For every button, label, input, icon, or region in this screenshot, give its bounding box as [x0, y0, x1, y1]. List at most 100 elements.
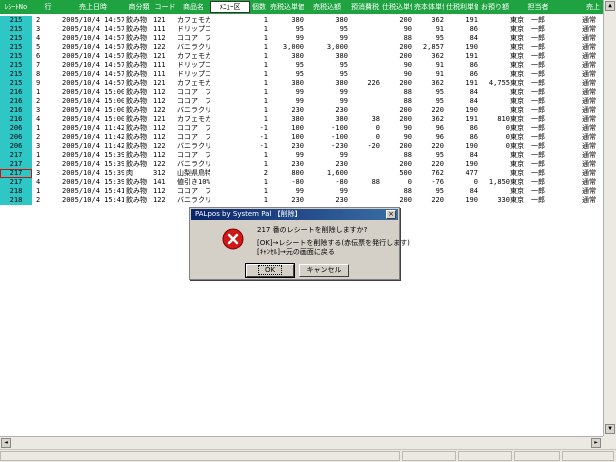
scroll-down-icon[interactable]: ▼ — [605, 424, 615, 434]
table-cell — [350, 169, 380, 178]
table-cell: 0 — [375, 133, 380, 141]
table-cell: 東京 一郎 — [510, 133, 545, 141]
close-icon[interactable]: × — [386, 210, 396, 219]
table-row[interactable]: 217 4 2005/10/4 15:39 飲み物 141 値引き10% 1 -80 -80 88… — [0, 178, 603, 187]
table-cell: 東京 一郎 — [510, 169, 545, 177]
table-cell — [210, 178, 250, 187]
column-header[interactable]: 仕税込単価 — [382, 0, 412, 14]
table-cell — [210, 160, 250, 169]
table-cell: 200 — [399, 196, 412, 204]
ok-button[interactable]: OK — [245, 263, 295, 278]
receipt-no-cell: 215 — [0, 52, 32, 61]
table-cell: 99 — [295, 151, 304, 159]
table-cell — [210, 133, 250, 142]
column-header[interactable]: コード — [153, 0, 177, 14]
table-row[interactable]: 206 2 2005/10/4 11:42飲み物 112 ココア フレーバーL -1 100… — [0, 133, 603, 142]
column-header[interactable]: 担当者 — [510, 0, 566, 14]
column-header[interactable]: 売本体単価 — [414, 0, 444, 14]
table-row[interactable]: 216 3 2005/10/4 15:00飲み物 122 バニラクリーム フローズーノ 1… — [0, 106, 603, 115]
table-cell — [210, 196, 250, 205]
table-cell: 200 — [399, 79, 412, 87]
table-row[interactable]: 215 8 2005/10/4 14:57飲み物 111 ドリップコーヒー 1 95 95 90… — [0, 70, 603, 79]
table-row[interactable]: 218 2 2005/10/4 15:41飲み物 122 バニラクリーム フローズーノ 1… — [0, 196, 603, 205]
table-cell: 90 — [403, 124, 412, 132]
column-header[interactable]: 商分類 — [126, 0, 152, 14]
table-cell: 200 — [399, 43, 412, 51]
vertical-scrollbar[interactable]: ▲ ▼ — [603, 0, 616, 436]
receipt-no-cell: 216 — [0, 115, 32, 124]
table-cell: 86 — [469, 25, 478, 33]
table-cell: 380 — [335, 79, 348, 87]
table-row[interactable]: 216 4 2005/10/4 15:00 飲み物 121 カフェモカ 1 380 380 38 2… — [0, 115, 603, 124]
table-cell: 2005/10/4 15:00 — [62, 88, 124, 96]
column-header[interactable]: 個数 — [250, 0, 268, 14]
table-cell — [350, 196, 380, 205]
table-cell — [480, 61, 510, 70]
table-cell: カフェモカ — [177, 79, 210, 87]
table-row[interactable]: 218 1 2005/10/4 15:41飲み物 112 ココア フレ 1 99 99 88 95… — [0, 187, 603, 196]
scroll-up-icon[interactable]: ▲ — [605, 1, 615, 11]
column-header[interactable]: 預消費税 — [350, 0, 380, 14]
table-cell: 1 — [263, 187, 268, 195]
table-cell: 通常 — [582, 160, 596, 168]
table-cell: 通常 — [582, 142, 596, 150]
column-header[interactable]: お預り額 — [480, 0, 510, 14]
table-cell: 東京 一郎 — [510, 106, 545, 114]
column-header[interactable]: 売税込額 — [306, 0, 348, 14]
table-cell: 1 — [263, 43, 268, 51]
table-cell: 95 — [435, 187, 444, 195]
table-cell — [350, 151, 380, 160]
table-cell — [350, 160, 380, 169]
column-header[interactable]: 売上日時 — [62, 0, 124, 14]
table-cell — [210, 25, 250, 34]
table-cell: 100 — [291, 124, 304, 132]
table-row[interactable]: 215 4 2005/10/4 14:57飲み物 112 ココア フレーバーL 1 99 99… — [0, 34, 603, 43]
table-row[interactable]: 215 2 2005/10/4 14:57 飲み物 121 カフェモカ 1 380 380 200… — [0, 16, 603, 25]
table-cell: 東京 一郎 — [510, 70, 545, 78]
table-cell: 99 — [295, 97, 304, 105]
cancel-button[interactable]: キャンセル — [299, 264, 349, 277]
column-header[interactable]: 売上 — [582, 0, 603, 14]
column-header[interactable]: 行 — [36, 0, 60, 14]
receipt-no-cell: 215 — [0, 34, 32, 43]
column-header[interactable]: 売税込単価 — [270, 0, 304, 14]
table-cell: 東京 一郎 — [510, 160, 545, 168]
table-cell: -76 — [431, 178, 444, 186]
column-header[interactable]: ﾚｼｰﾄNo — [0, 0, 32, 14]
table-row[interactable]: 215 9 2005/10/4 14:57 飲み物 121 カフェモカ 1 380 380 226… — [0, 79, 603, 88]
table-cell: 1,850 — [488, 178, 510, 186]
table-row[interactable]: 217 3 2005/10/4 15:39肉 312 山梨県鳥特産 黒豚 2 800 1,60… — [0, 169, 603, 178]
column-header[interactable]: ﾒﾆｭｰ区 — [210, 1, 250, 13]
table-cell: 84 — [469, 88, 478, 96]
table-cell: 肉 — [126, 169, 133, 177]
table-cell — [350, 52, 380, 61]
table-row[interactable]: 215 6 2005/10/4 14:57 飲み物 121 カフェモカ 1 380 380 200… — [0, 52, 603, 61]
table-cell: 1 — [263, 34, 268, 42]
table-row[interactable]: 215 3 2005/10/4 14:57飲み物 111 ドリップコーヒー 1 95 95 90… — [0, 25, 603, 34]
table-row[interactable]: 206 3 2005/10/4 11:42飲み物 122 バニラクリーム フローズーノ -… — [0, 142, 603, 151]
column-header[interactable]: 商品名 — [177, 0, 210, 14]
table-row[interactable]: 215 5 2005/10/4 14:57飲み物 122 バニラクリーム フローズーノ 1… — [0, 43, 603, 52]
table-cell: 飲み物 — [126, 115, 147, 123]
table-row[interactable]: 216 2 2005/10/4 15:00飲み物 112 ココア フレーバーL 1 99 99… — [0, 97, 603, 106]
table-cell: 3,000 — [326, 43, 348, 51]
table-cell: 226 — [367, 79, 380, 87]
scroll-left-icon[interactable]: ◄ — [1, 438, 11, 448]
scroll-right-icon[interactable]: ► — [591, 438, 601, 448]
table-cell: 1 — [36, 88, 41, 96]
table-cell: 200 — [399, 16, 412, 24]
table-cell: バニラクリーム フローズーノ — [177, 142, 210, 150]
grid-header: ﾚｼｰﾄNo 行売上日時 商分類 コード 商品名 ﾒﾆｭｰ区 個数 売税込単価 売税込額 預消費税… — [0, 0, 603, 14]
column-header[interactable]: 仕税利単価 — [446, 0, 478, 14]
table-cell: 380 — [335, 52, 348, 60]
table-row[interactable]: 216 1 2005/10/4 15:00飲み物 112 ココア フレーバーL 1 99 99… — [0, 88, 603, 97]
table-row[interactable]: 215 7 2005/10/4 14:57飲み物 111 ドリップコーヒー 1 95 95 90… — [0, 61, 603, 70]
receipt-no-cell: 217 — [0, 151, 32, 160]
table-cell: 112 — [153, 187, 166, 195]
table-row[interactable]: 217 1 2005/10/4 15:39飲み物 112 ココア フレーバーL 1 99 99… — [0, 151, 603, 160]
table-row[interactable]: 206 1 2005/10/4 11:42飲み物 112 ココア フレーバーL -1 100… — [0, 124, 603, 133]
horizontal-scrollbar[interactable]: ◄ ► — [0, 436, 603, 449]
table-row[interactable]: 217 2 2005/10/4 15:39飲み物 122 バニラクリーム フローズーノ 1… — [0, 160, 603, 169]
table-cell: 通常 — [582, 52, 596, 60]
table-cell: 飲み物 — [126, 97, 147, 105]
